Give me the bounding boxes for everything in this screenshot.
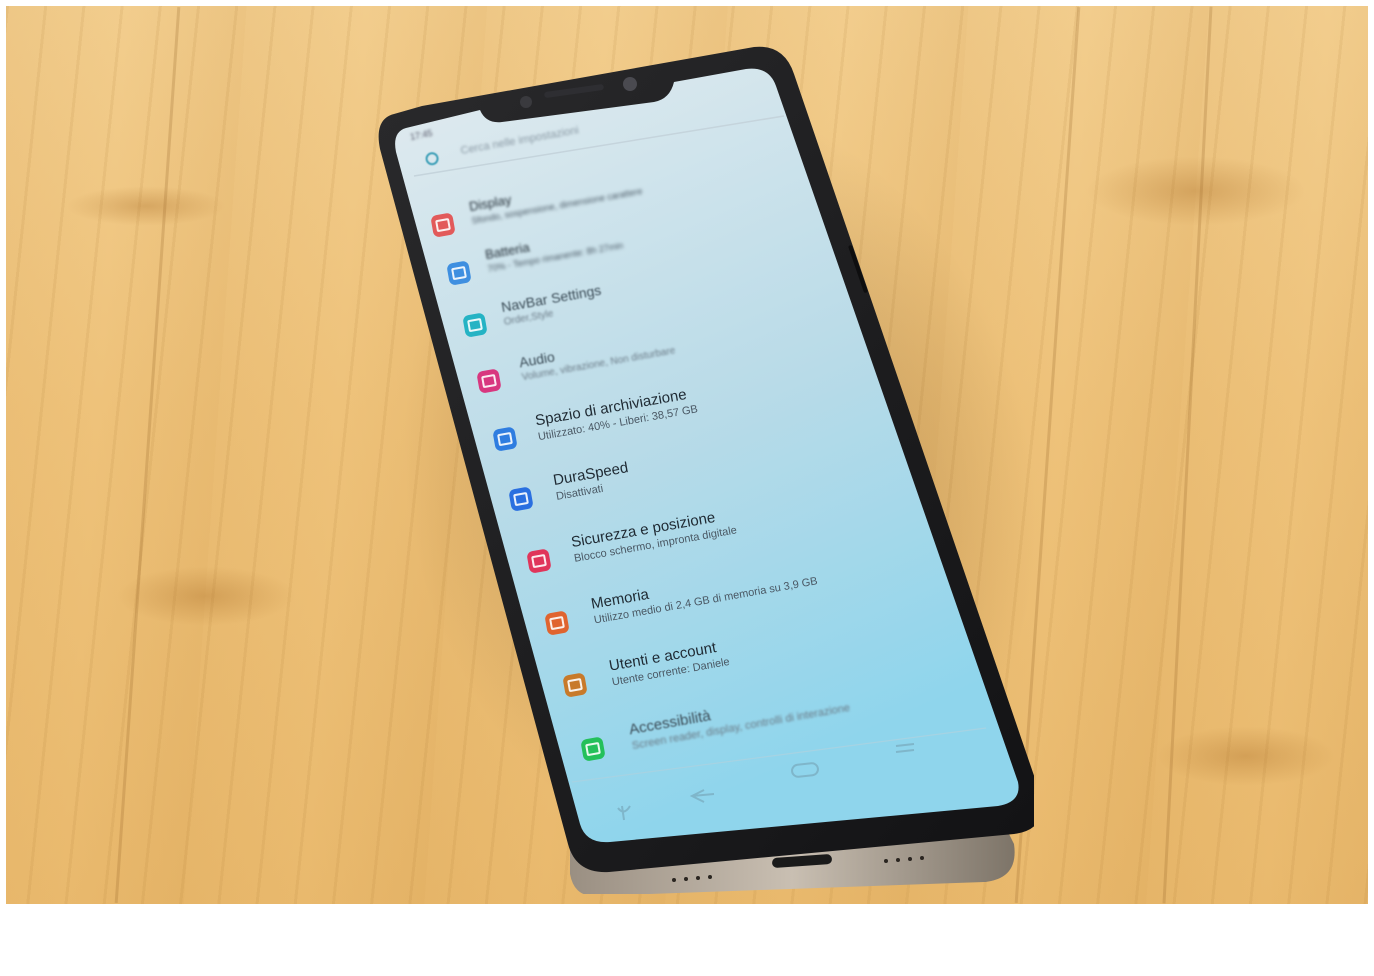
wood-knot [1086,156,1306,226]
wood-knot [116,566,296,626]
lock-icon [526,548,552,574]
plank-seam [114,6,181,904]
display-icon [430,212,456,238]
audio-icon [476,368,502,394]
memory-icon [544,610,570,636]
settings-item-text: Accessibilità Screen reader, display, con… [628,683,851,752]
search-icon [424,151,440,167]
settings-item-text: Sicurezza e posizione Blocco schermo, imp… [570,506,738,565]
settings-item-text: Display Sfondo, sospensione, dimensione c… [468,169,643,226]
settings-item-text: Utenti e account Utente corrente: Daniele [608,637,731,688]
navbar-icon [462,312,488,338]
accessibility-icon [580,736,606,762]
search-placeholder: Cerca nelle impostazioni [459,124,580,158]
storage-icon [492,426,518,452]
status-time: 17:45 [409,127,434,143]
settings-screen: 17:45 Cerca nelle impostazioni Display Sf… [374,44,1034,894]
user-icon [562,672,588,698]
rocket-icon [508,486,534,512]
settings-item-text: Audio Volume, vibrazione, Non disturbare [518,328,676,383]
settings-item-text: NavBar Settings Order,Style [500,282,605,328]
settings-item-text: DuraSpeed Disattivati [552,459,632,503]
wood-knot [66,186,226,226]
smartphone: 17:45 Cerca nelle impostazioni Display Sf… [374,44,1034,894]
wood-knot [1156,726,1336,786]
battery-icon [446,260,472,286]
settings-item-text: Memoria Utilizzo medio di 2,4 GB di memor… [590,557,819,626]
settings-item-text: Spazio di archiviazione Utilizzato: 40% -… [534,385,699,443]
